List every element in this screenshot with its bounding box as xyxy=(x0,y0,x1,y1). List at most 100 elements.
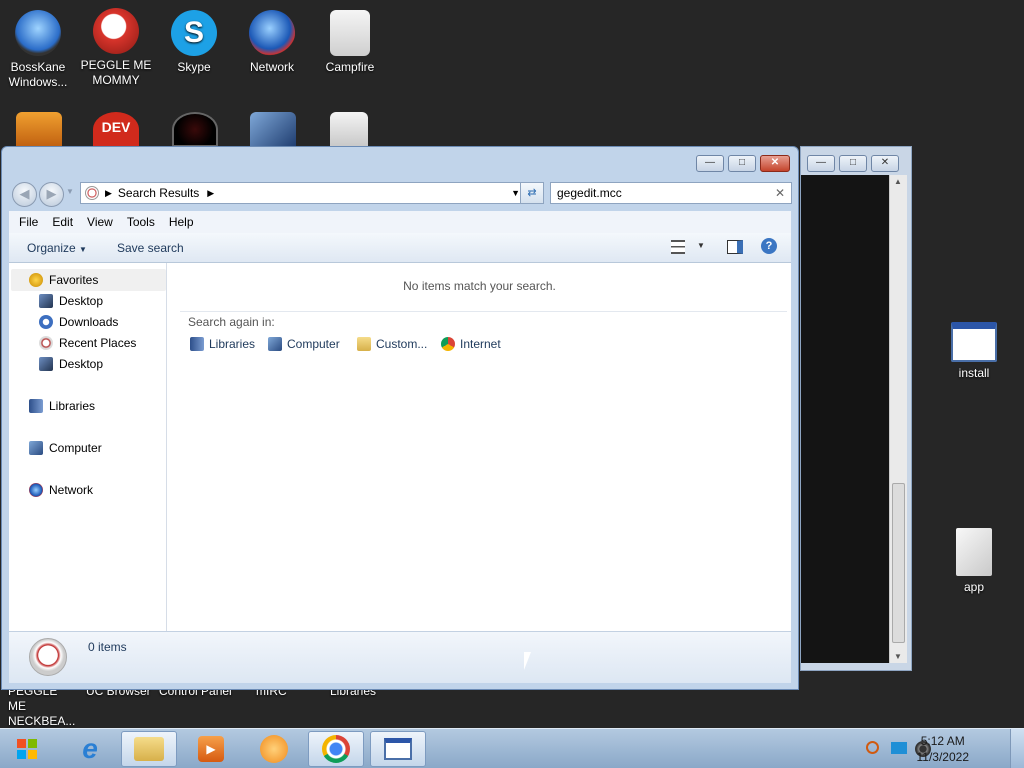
nav-label: Downloads xyxy=(59,315,119,329)
desktop-icon-skype[interactable]: S Skype xyxy=(156,10,232,75)
minimize-button[interactable]: — xyxy=(696,155,724,172)
clock-time: 5:12 AM xyxy=(920,734,965,748)
search-input[interactable]: gegedit.mcc ✕ xyxy=(550,182,792,204)
desktop-icon-peggle[interactable]: PEGGLE ME MOMMY xyxy=(78,8,154,88)
files-icon[interactable] xyxy=(330,112,368,147)
chevron-down-icon: ▼ xyxy=(79,244,87,254)
chrome-icon xyxy=(322,735,350,763)
location-label: Internet xyxy=(460,337,501,351)
libraries-icon xyxy=(29,399,43,413)
desktop-icon-campfire[interactable]: Campfire xyxy=(312,10,388,75)
show-desktop-button[interactable] xyxy=(1010,729,1024,768)
organize-label: Organize xyxy=(27,240,76,255)
breadcrumb-arrow-icon[interactable]: ▶ xyxy=(207,188,214,199)
breadcrumb[interactable]: Search Results xyxy=(118,186,199,200)
start-button[interactable] xyxy=(4,731,50,767)
recent-pages-dropdown[interactable]: ▼ xyxy=(66,187,74,196)
preview-pane-icon[interactable] xyxy=(727,240,743,254)
command-bar: Organize ▼ Save search ▼ ? xyxy=(9,233,791,263)
address-bar[interactable]: ▶ Search Results ▶ ▼ xyxy=(80,182,525,204)
desktop-icon-label: Skype xyxy=(177,60,211,74)
desktop-icon xyxy=(39,357,53,371)
recent-places-icon xyxy=(39,336,53,350)
taskbar-media-player[interactable]: ▶ xyxy=(183,731,239,767)
desktop-icon-label: Campfire xyxy=(325,60,375,74)
menu-edit[interactable]: Edit xyxy=(52,215,73,229)
taskbar-window-app[interactable] xyxy=(370,731,426,767)
search-results-icon xyxy=(85,186,99,200)
nav-libraries[interactable]: Libraries xyxy=(29,396,95,416)
close-button[interactable]: ✕ xyxy=(760,155,790,172)
network-icon xyxy=(249,10,295,56)
nav-network[interactable]: Network xyxy=(29,480,93,500)
search-location-computer[interactable]: Computer xyxy=(268,337,340,351)
results-pane[interactable]: No items match your search. Search again… xyxy=(168,263,791,631)
desktop-label-peggle-neckbeard[interactable]: PEGGLE ME NECKBEA... xyxy=(8,684,78,729)
nav-recent-places[interactable]: Recent Places xyxy=(39,333,136,353)
devcpp-icon[interactable]: DEV xyxy=(93,112,139,147)
maximize-button[interactable]: □ xyxy=(839,155,867,172)
search-again-label: Search again in: xyxy=(188,315,275,329)
display-tray-icon[interactable] xyxy=(891,742,907,754)
menu-help[interactable]: Help xyxy=(169,215,194,229)
save-search-button[interactable]: Save search xyxy=(117,241,184,255)
nav-downloads[interactable]: Downloads xyxy=(39,312,118,332)
search-location-internet[interactable]: Internet xyxy=(441,337,501,351)
desktop-icon-label: install xyxy=(958,366,990,380)
system-clock[interactable]: 5:12 AM 11/3/2022 xyxy=(917,733,970,765)
help-icon[interactable]: ? xyxy=(761,238,777,254)
app-circle-icon[interactable] xyxy=(172,112,218,147)
menu-tools[interactable]: Tools xyxy=(127,215,155,229)
taskbar-chrome[interactable] xyxy=(308,731,364,767)
windows-logo-icon xyxy=(17,739,37,759)
view-options-icon[interactable] xyxy=(671,240,685,254)
game-icon[interactable] xyxy=(16,112,62,147)
desktop-icon-app[interactable]: app xyxy=(936,528,1012,595)
desktop-icon xyxy=(39,294,53,308)
menu-file[interactable]: File xyxy=(19,215,38,229)
maximize-button[interactable]: □ xyxy=(728,155,756,172)
monitor-icon[interactable] xyxy=(250,112,296,147)
organize-button[interactable]: Organize ▼ xyxy=(27,241,87,255)
search-results-large-icon xyxy=(29,638,67,676)
computer-icon xyxy=(268,337,282,351)
divider xyxy=(180,311,787,312)
menu-bar: File Edit View Tools Help xyxy=(9,211,791,233)
clear-search-icon[interactable]: ✕ xyxy=(775,183,785,203)
window-app-icon xyxy=(951,322,997,362)
taskbar-ie[interactable]: e xyxy=(62,731,118,767)
scrollbar-thumb[interactable] xyxy=(892,483,905,643)
search-location-custom[interactable]: Custom... xyxy=(357,337,427,351)
menu-view[interactable]: View xyxy=(87,215,113,229)
close-button[interactable]: ✕ xyxy=(871,155,899,172)
desktop-icon-network[interactable]: Network xyxy=(234,10,310,75)
desktop-icon-install[interactable]: install xyxy=(936,322,1012,381)
search-tray-icon[interactable] xyxy=(866,741,879,754)
mouse-cursor xyxy=(524,652,538,670)
refresh-button[interactable]: ⇄ xyxy=(520,182,544,204)
taskbar-uc-browser[interactable] xyxy=(246,731,302,767)
back-button[interactable]: ◀ xyxy=(12,182,37,207)
taskbar-explorer[interactable] xyxy=(121,731,177,767)
background-window[interactable]: — □ ✕ ▲ ▼ xyxy=(800,146,912,671)
search-location-libraries[interactable]: Libraries xyxy=(190,337,255,351)
item-count: 0 items xyxy=(88,640,127,654)
nav-computer[interactable]: Computer xyxy=(29,438,102,458)
empty-message: No items match your search. xyxy=(403,279,556,293)
forward-button[interactable]: ▶ xyxy=(39,182,64,207)
scrollbar[interactable]: ▲ ▼ xyxy=(889,175,907,663)
desktop-icon-label: PEGGLE ME MOMMY xyxy=(80,58,152,87)
minimize-button[interactable]: — xyxy=(807,155,835,172)
view-dropdown-icon[interactable]: ▼ xyxy=(697,241,705,250)
chrome-icon xyxy=(441,337,455,351)
clock-date: 11/3/2022 xyxy=(916,750,970,764)
location-label: Computer xyxy=(287,337,340,351)
address-dropdown-icon[interactable]: ▼ xyxy=(511,188,520,198)
content-area: Favorites Desktop Downloads Recent Place… xyxy=(9,263,791,631)
desktop-icon-bosskane[interactable]: BossKane Windows... xyxy=(0,10,76,90)
file-icon xyxy=(956,528,992,576)
nav-desktop[interactable]: Desktop xyxy=(39,291,103,311)
nav-favorites[interactable]: Favorites xyxy=(29,270,98,290)
nav-desktop-2[interactable]: Desktop xyxy=(39,354,103,374)
nav-label: Computer xyxy=(49,441,102,455)
